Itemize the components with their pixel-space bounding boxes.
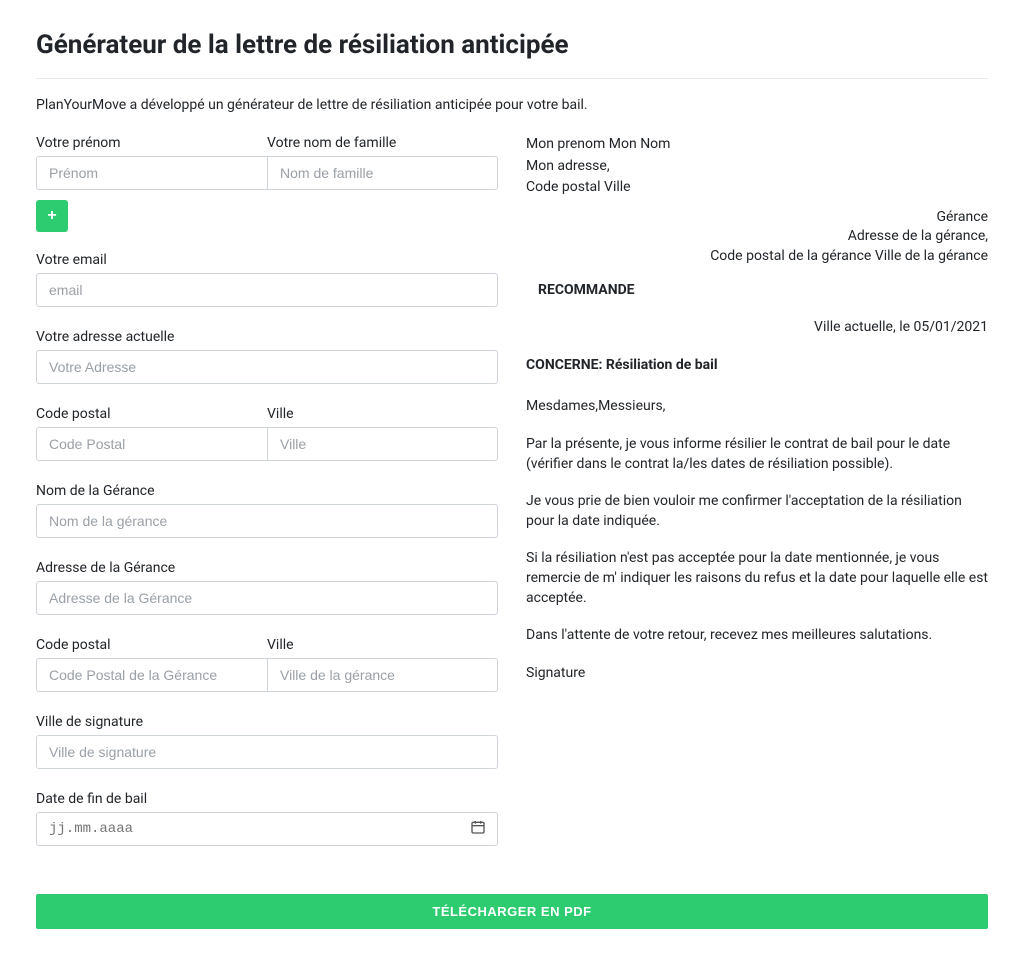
letter-preview: Mon prenom Mon Nom Mon adresse, Code pos… [526, 135, 988, 868]
letter-salutation: Mesdames,Messieurs, [526, 397, 988, 417]
address-input[interactable] [36, 350, 498, 384]
gerance-postal-label: Code postal [36, 637, 267, 653]
gerance-address-input[interactable] [36, 581, 498, 615]
letter-sender-postal-city: Code postal Ville [526, 178, 988, 198]
sign-city-label: Ville de signature [36, 714, 498, 730]
letter-date-line: Ville actuelle, le 05/01/2021 [526, 318, 988, 338]
end-date-input[interactable] [36, 812, 498, 846]
page-title: Générateur de la lettre de résiliation a… [36, 30, 988, 60]
gerance-city-label: Ville [267, 637, 498, 653]
city-label: Ville [267, 406, 498, 422]
add-person-button[interactable]: + [36, 200, 68, 232]
firstname-label: Votre prénom [36, 135, 267, 151]
email-input[interactable] [36, 273, 498, 307]
letter-para-1: Par la présente, je vous informe résilie… [526, 435, 988, 474]
letter-sender-name: Mon prenom Mon Nom [526, 135, 988, 155]
gerance-address-label: Adresse de la Gérance [36, 560, 498, 576]
intro-text: PlanYourMove a développé un générateur d… [36, 97, 988, 113]
gerance-name-input[interactable] [36, 504, 498, 538]
postal-input[interactable] [36, 427, 267, 461]
letter-gerance-address: Adresse de la gérance, [526, 227, 988, 247]
email-label: Votre email [36, 252, 498, 268]
address-label: Votre adresse actuelle [36, 329, 498, 345]
gerance-postal-input[interactable] [36, 658, 267, 692]
letter-concerne: CONCERNE: Résiliation de bail [526, 356, 988, 376]
letter-gerance-postal-city: Code postal de la gérance Ville de la gé… [526, 247, 988, 267]
letter-para-3: Si la résiliation n'est pas acceptée pou… [526, 549, 988, 608]
gerance-name-label: Nom de la Gérance [36, 483, 498, 499]
lastname-input[interactable] [267, 156, 498, 190]
letter-gerance-name: Gérance [526, 208, 988, 228]
letter-signature: Signature [526, 664, 988, 684]
letter-para-4: Dans l'attente de votre retour, recevez … [526, 626, 988, 646]
divider [36, 78, 988, 79]
firstname-input[interactable] [36, 156, 267, 190]
form-column: Votre prénom Votre nom de famille + Votr… [36, 135, 498, 868]
letter-recommande: RECOMMANDE [538, 281, 988, 301]
letter-para-2: Je vous prie de bien vouloir me confirme… [526, 492, 988, 531]
lastname-label: Votre nom de famille [267, 135, 498, 151]
city-input[interactable] [267, 427, 498, 461]
end-date-label: Date de fin de bail [36, 791, 498, 807]
sign-city-input[interactable] [36, 735, 498, 769]
gerance-city-input[interactable] [267, 658, 498, 692]
download-pdf-button[interactable]: TÉLÉCHARGER EN PDF [36, 894, 988, 929]
letter-sender-address: Mon adresse, [526, 157, 988, 177]
postal-label: Code postal [36, 406, 267, 422]
